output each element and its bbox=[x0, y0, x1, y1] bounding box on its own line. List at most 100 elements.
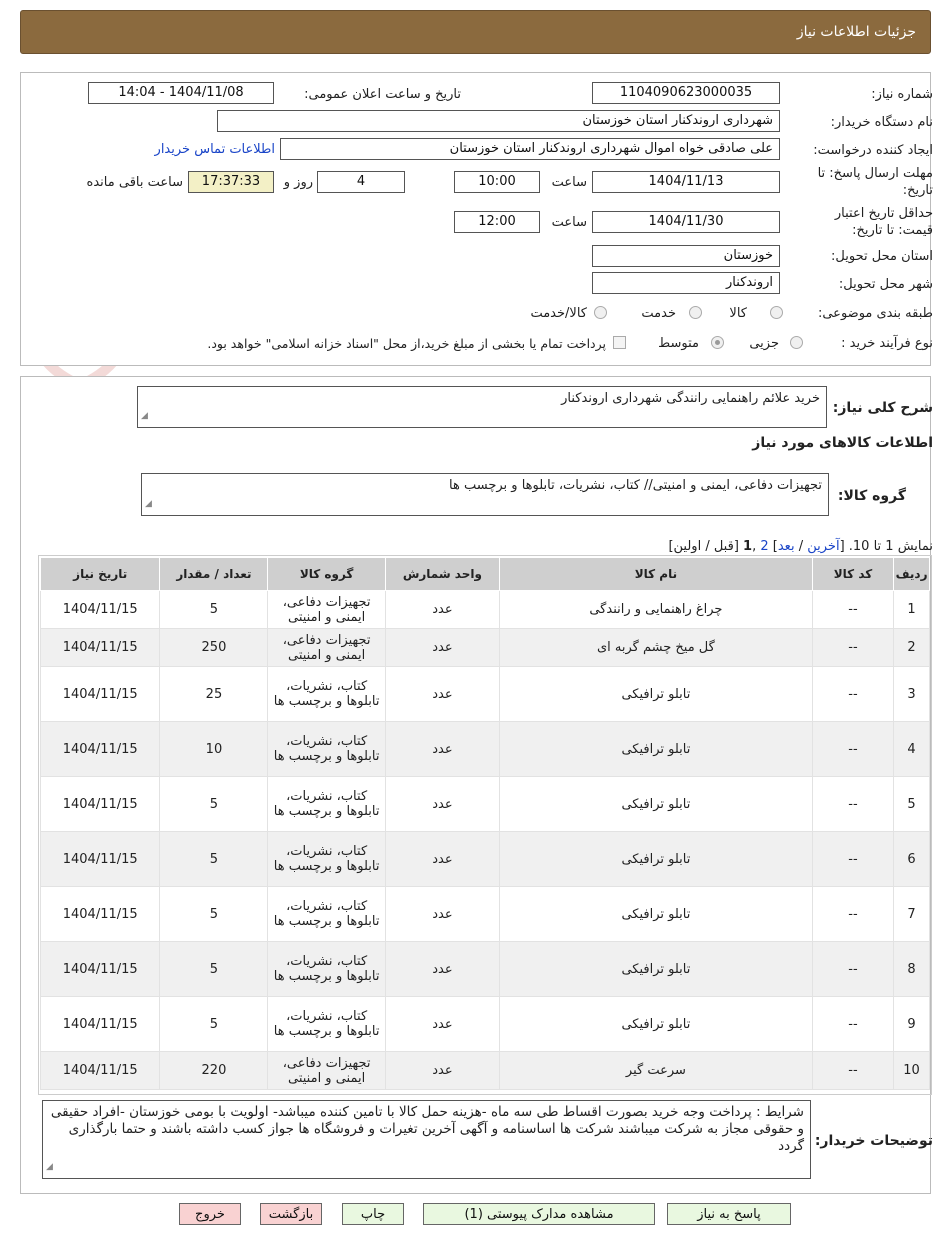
table-row: 6 -- تابلو ترافیکی عدد کتاب، نشریات، تابلوها… bbox=[39, 831, 930, 887]
buyer-contact-link[interactable]: اطلاعات تماس خریدار bbox=[155, 142, 275, 157]
cell-quantity: 5 bbox=[159, 996, 269, 1052]
treasury-checkbox[interactable] bbox=[613, 336, 626, 349]
validity-label-date: قیمت: تا تاریخ: bbox=[852, 223, 933, 238]
col-header-unit: واحد شمارش bbox=[384, 557, 501, 591]
summary-text: خرید علائم راهنمایی رانندگی شهرداری ارون… bbox=[561, 391, 820, 406]
cell-quantity: 5 bbox=[159, 886, 269, 942]
table-row: 7 -- تابلو ترافیکی عدد کتاب، نشریات، تابلوها… bbox=[39, 886, 930, 942]
reply-button[interactable]: پاسخ به نیاز bbox=[667, 1203, 791, 1225]
category-radio-goods-service[interactable] bbox=[594, 306, 607, 319]
col-header-name: نام کالا bbox=[499, 557, 813, 591]
summary-textarea[interactable]: خرید علائم راهنمایی رانندگی شهرداری ارون… bbox=[137, 386, 827, 428]
table-row: 2 -- گل میخ چشم گربه ای عدد تجهیزات دفاعی، ا… bbox=[39, 628, 930, 667]
process-option-medium: متوسط bbox=[658, 336, 699, 351]
buyer-org-label: نام دستگاه خریدار: bbox=[830, 115, 933, 130]
buyer-notes-textarea[interactable]: شرایط : پرداخت وجه خرید بصورت اقساط طی س… bbox=[42, 1100, 811, 1179]
cell-unit: عدد bbox=[384, 941, 501, 997]
resize-grip-icon[interactable]: ◢ bbox=[145, 496, 152, 513]
cell-unit: عدد bbox=[384, 776, 501, 832]
table-row: 5 -- تابلو ترافیکی عدد کتاب، نشریات، تابلوها… bbox=[39, 776, 930, 832]
back-button[interactable]: بازگشت bbox=[260, 1203, 322, 1225]
pager-last-link[interactable]: آخرین bbox=[807, 539, 839, 554]
cell-group: کتاب، نشریات، تابلوها و برچسب ها bbox=[267, 996, 386, 1052]
category-label: طبقه بندی موضوعی: bbox=[817, 306, 933, 321]
cell-unit: عدد bbox=[384, 721, 501, 777]
cell-group: تجهیزات دفاعی، ایمنی و امنیتی bbox=[267, 1051, 386, 1090]
attachments-button[interactable]: مشاهده مدارک پیوستی (1) bbox=[423, 1203, 655, 1225]
cell-quantity: 220 bbox=[159, 1051, 269, 1090]
cell-name: تابلو ترافیکی bbox=[499, 941, 813, 997]
group-label: گروه کالا: bbox=[837, 488, 906, 504]
exit-button[interactable]: خروج bbox=[179, 1203, 241, 1225]
pager-suffix: [قبل / اولین] bbox=[668, 539, 744, 554]
cell-code: -- bbox=[811, 831, 895, 887]
pager-mid: ] bbox=[768, 539, 778, 554]
resize-grip-icon[interactable]: ◢ bbox=[46, 1159, 53, 1176]
cell-row-number: 9 bbox=[893, 996, 930, 1052]
city-field: اروندکنار bbox=[592, 272, 780, 294]
cell-group: کتاب، نشریات، تابلوها و برچسب ها bbox=[267, 941, 386, 997]
pager-prefix: نمایش 1 تا 10. [ bbox=[839, 539, 933, 554]
cell-date: 1404/11/15 bbox=[39, 886, 161, 942]
cell-name: تابلو ترافیکی bbox=[499, 776, 813, 832]
process-option-minor: جزیی bbox=[749, 336, 779, 351]
process-label: نوع فرآیند خرید : bbox=[841, 336, 933, 351]
cell-quantity: 25 bbox=[159, 666, 269, 722]
cell-code: -- bbox=[811, 628, 895, 667]
remaining-time-field: 17:37:33 bbox=[188, 171, 274, 193]
cell-group: کتاب، نشریات، تابلوها و برچسب ها bbox=[267, 886, 386, 942]
table-row: 10 -- سرعت گیر عدد تجهیزات دفاعی، ایمنی و ام… bbox=[39, 1051, 930, 1090]
cell-date: 1404/11/15 bbox=[39, 996, 161, 1052]
group-textarea[interactable]: تجهیزات دفاعی، ایمنی و امنیتی// کتاب، نش… bbox=[141, 473, 829, 516]
col-header-code: کد کالا bbox=[811, 557, 895, 591]
remaining-label: ساعت باقی مانده bbox=[86, 175, 183, 190]
deadline-label: مهلت ارسال پاسخ: تا bbox=[817, 166, 933, 181]
cell-quantity: 10 bbox=[159, 721, 269, 777]
cell-row-number: 2 bbox=[893, 628, 930, 667]
process-radio-medium[interactable] bbox=[711, 336, 724, 349]
col-header-group: گروه کالا bbox=[267, 557, 386, 591]
validity-label: حداقل تاریخ اعتبار bbox=[834, 206, 933, 221]
cell-group: تجهیزات دفاعی، ایمنی و امنیتی bbox=[267, 628, 386, 667]
province-field: خوزستان bbox=[592, 245, 780, 267]
validity-date-field: 1404/11/30 bbox=[592, 211, 780, 233]
pager-next-link[interactable]: بعد bbox=[778, 539, 795, 554]
category-radio-goods[interactable] bbox=[770, 306, 783, 319]
cell-date: 1404/11/15 bbox=[39, 1051, 161, 1090]
category-radio-service[interactable] bbox=[689, 306, 702, 319]
city-label: شهر محل تحویل: bbox=[838, 277, 933, 292]
resize-grip-icon[interactable]: ◢ bbox=[141, 408, 148, 425]
category-option-service: خدمت bbox=[641, 306, 676, 321]
cell-quantity: 250 bbox=[159, 628, 269, 667]
group-text: تجهیزات دفاعی، ایمنی و امنیتی// کتاب، نش… bbox=[449, 478, 822, 493]
cell-group: تجهیزات دفاعی، ایمنی و امنیتی bbox=[267, 590, 386, 629]
table-row: 9 -- تابلو ترافیکی عدد کتاب، نشریات، تابلوها… bbox=[39, 996, 930, 1052]
deadline-date-field: 1404/11/13 bbox=[592, 171, 780, 193]
need-number-field: 1104090623000035 bbox=[592, 82, 780, 104]
process-radio-minor[interactable] bbox=[790, 336, 803, 349]
cell-row-number: 6 bbox=[893, 831, 930, 887]
print-button[interactable]: چاپ bbox=[342, 1203, 404, 1225]
cell-code: -- bbox=[811, 941, 895, 997]
pager-page-2-link[interactable]: 2 bbox=[760, 539, 768, 554]
cell-date: 1404/11/15 bbox=[39, 941, 161, 997]
pager-current-page: 1 bbox=[743, 539, 753, 554]
cell-name: تابلو ترافیکی bbox=[499, 886, 813, 942]
province-label: استان محل تحویل: bbox=[831, 249, 933, 264]
cell-name: تابلو ترافیکی bbox=[499, 831, 813, 887]
cell-name: تابلو ترافیکی bbox=[499, 666, 813, 722]
cell-code: -- bbox=[811, 590, 895, 629]
cell-name: چراغ راهنمایی و رانندگی bbox=[499, 590, 813, 629]
creator-label: ایجاد کننده درخواست: bbox=[813, 143, 933, 158]
cell-unit: عدد bbox=[384, 831, 501, 887]
cell-row-number: 1 bbox=[893, 590, 930, 629]
table-row: 4 -- تابلو ترافیکی عدد کتاب، نشریات، تابلوها… bbox=[39, 721, 930, 777]
col-header-date: تاریخ نیاز bbox=[39, 557, 161, 591]
pager: نمایش 1 تا 10. [آخرین / بعد] 2 ,1 [قبل /… bbox=[668, 539, 933, 554]
buyer-org-field: شهرداری اروندکنار استان خوزستان bbox=[217, 110, 780, 132]
cell-row-number: 10 bbox=[893, 1051, 930, 1090]
cell-row-number: 4 bbox=[893, 721, 930, 777]
cell-group: کتاب، نشریات، تابلوها و برچسب ها bbox=[267, 721, 386, 777]
cell-quantity: 5 bbox=[159, 831, 269, 887]
days-label: روز و bbox=[283, 175, 313, 190]
